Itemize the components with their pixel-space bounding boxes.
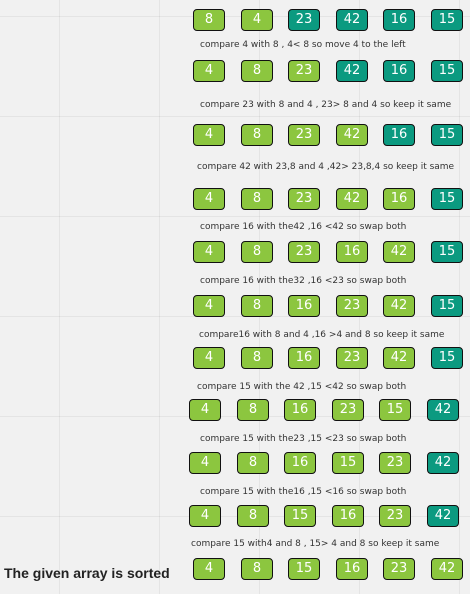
step-caption: compare 16 with the32 ,16 <23 so swap bo… [200, 276, 407, 286]
array-element: 4 [193, 241, 225, 263]
array-element: 8 [241, 347, 273, 369]
array-element: 15 [332, 452, 364, 474]
array-element: 42 [431, 558, 463, 580]
array-element: 42 [336, 188, 368, 210]
array-element: 15 [431, 347, 463, 369]
step-caption: compare 15 with the23 ,15 <23 so swap bo… [200, 434, 407, 444]
array-element: 8 [241, 60, 273, 82]
array-element: 16 [383, 9, 415, 31]
array-element: 16 [284, 452, 316, 474]
array-element: 4 [193, 558, 225, 580]
array-element: 4 [189, 399, 221, 421]
array-element: 23 [336, 295, 368, 317]
array-element: 16 [336, 558, 368, 580]
array-element: 4 [193, 188, 225, 210]
array-element: 8 [237, 452, 269, 474]
array-element: 23 [379, 505, 411, 527]
array-element: 16 [284, 399, 316, 421]
array-element: 42 [383, 295, 415, 317]
step-caption: compare 15 with the 42 ,15 <42 so swap b… [197, 382, 407, 392]
array-element: 42 [427, 452, 459, 474]
step-caption: compare 4 with 8 , 4< 8 so move 4 to the… [200, 40, 406, 50]
step-caption: compare 16 with the42 ,16 <42 so swap bo… [200, 222, 407, 232]
array-element: 8 [241, 188, 273, 210]
array-element: 42 [383, 241, 415, 263]
array-element: 42 [383, 347, 415, 369]
array-element: 23 [379, 452, 411, 474]
array-element: 8 [237, 505, 269, 527]
step-caption: compare 15 with the16 ,15 <16 so swap bo… [200, 487, 407, 497]
array-element: 8 [241, 241, 273, 263]
array-element: 23 [288, 124, 320, 146]
array-element: 4 [189, 452, 221, 474]
array-element: 8 [241, 558, 273, 580]
array-element: 42 [336, 60, 368, 82]
array-element: 16 [288, 295, 320, 317]
array-element: 42 [336, 9, 368, 31]
conclusion-label: The given array is sorted [4, 565, 170, 581]
step-caption: compare16 with 8 and 4 ,16 >4 and 8 so k… [199, 330, 445, 340]
array-element: 4 [193, 60, 225, 82]
array-element: 4 [193, 295, 225, 317]
array-element: 16 [383, 188, 415, 210]
array-element: 23 [336, 347, 368, 369]
array-element: 16 [332, 505, 364, 527]
array-element: 15 [431, 9, 463, 31]
array-element: 23 [288, 188, 320, 210]
array-element: 16 [383, 124, 415, 146]
array-element: 23 [288, 241, 320, 263]
insertion-sort-diagram: 8 4 23 42 16 15 4 8 23 42 16 15 4 8 23 42 16 15 4 8 23 42 16 15… [0, 0, 470, 594]
array-element: 23 [332, 399, 364, 421]
step-caption: compare 42 with 23,8 and 4 ,42> 23,8,4 s… [197, 162, 455, 172]
array-element: 15 [431, 188, 463, 210]
array-element: 15 [431, 241, 463, 263]
array-element: 4 [241, 9, 273, 31]
array-element: 16 [288, 347, 320, 369]
array-element: 15 [284, 505, 316, 527]
array-element: 42 [427, 505, 459, 527]
array-element: 4 [193, 347, 225, 369]
array-element: 4 [189, 505, 221, 527]
array-element: 42 [427, 399, 459, 421]
array-element: 15 [431, 60, 463, 82]
array-element: 23 [288, 9, 320, 31]
array-element: 15 [431, 124, 463, 146]
array-element: 23 [383, 558, 415, 580]
array-element: 8 [241, 124, 273, 146]
step-caption: compare 23 with 8 and 4 , 23> 8 and 4 so… [200, 100, 452, 110]
step-caption: compare 15 with4 and 8 , 15> 4 and 8 so … [191, 539, 440, 549]
array-element: 42 [336, 124, 368, 146]
array-element: 23 [288, 60, 320, 82]
array-element: 16 [383, 60, 415, 82]
array-element: 8 [237, 399, 269, 421]
array-element: 8 [193, 9, 225, 31]
array-element: 8 [241, 295, 273, 317]
array-element: 4 [193, 124, 225, 146]
array-element: 16 [336, 241, 368, 263]
array-element: 15 [288, 558, 320, 580]
array-element: 15 [431, 295, 463, 317]
array-element: 15 [379, 399, 411, 421]
